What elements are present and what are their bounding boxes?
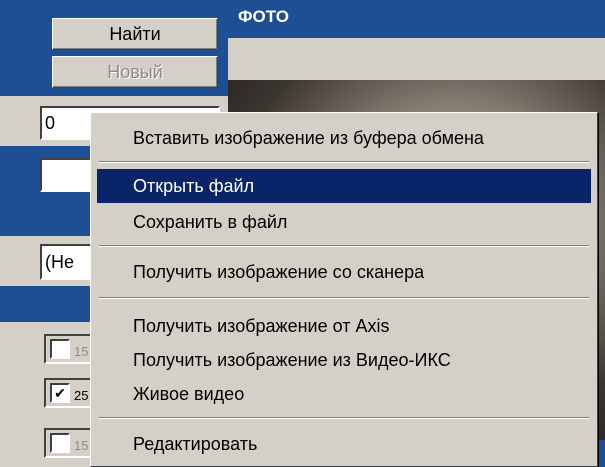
photo-header: ФОТО (228, 0, 605, 38)
menu-separator (99, 297, 589, 299)
menu-item-live-video[interactable]: Живое видео (97, 377, 591, 411)
menu-item-get-from-axis[interactable]: Получить изображение от Axis (97, 309, 591, 343)
checkbox-label-1: 15 (74, 344, 89, 359)
menu-item-save-to-file[interactable]: Сохранить в файл (97, 205, 591, 239)
checkbox-label-3: 15 (74, 438, 89, 453)
menu-separator (99, 161, 589, 163)
checkbox-2[interactable]: ✔ (50, 383, 70, 403)
checkbox-label-2: 25 (74, 388, 89, 403)
context-menu: Вставить изображение из буфера обмена От… (90, 112, 598, 467)
menu-item-get-from-scanner[interactable]: Получить изображение со сканера (97, 255, 591, 289)
photo-title: ФОТО (238, 7, 289, 26)
menu-item-open-file[interactable]: Открыть файл (97, 169, 591, 203)
menu-separator (99, 245, 589, 247)
find-button[interactable]: Найти (52, 18, 218, 50)
menu-item-paste-from-clipboard[interactable]: Вставить изображение из буфера обмена (97, 121, 591, 155)
new-button[interactable]: Новый (52, 56, 218, 88)
menu-item-edit[interactable]: Редактировать (97, 427, 591, 461)
checkbox-3[interactable] (50, 433, 70, 453)
menu-item-get-from-video-iks[interactable]: Получить изображение из Видео-ИКС (97, 343, 591, 377)
checkbox-1[interactable] (50, 339, 70, 359)
menu-separator (99, 417, 589, 419)
